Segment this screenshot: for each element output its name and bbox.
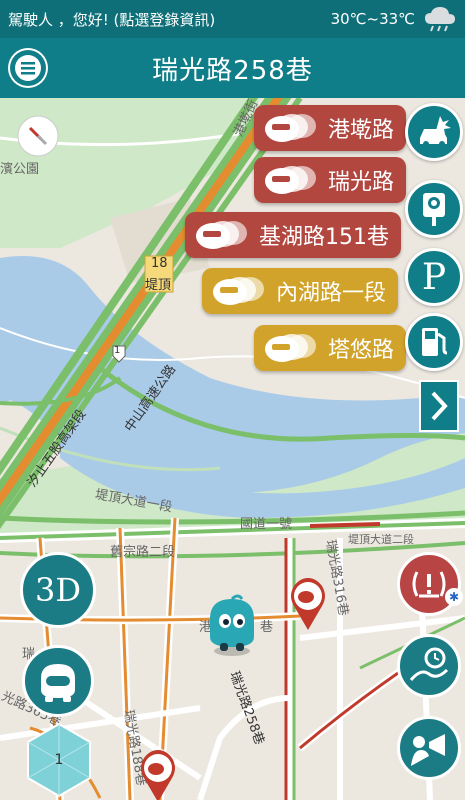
fuel-station-button[interactable] — [405, 313, 463, 371]
speed-camera-button[interactable] — [405, 180, 463, 238]
traffic-car-icon — [196, 221, 247, 249]
speed-camera-icon — [423, 193, 445, 226]
traffic-alert-road: 塔悠路 — [328, 338, 395, 363]
map-label-exit: 18 — [151, 256, 168, 271]
driver-avatar-button[interactable] — [22, 645, 94, 717]
weather-widget: 30℃~33℃ — [331, 6, 457, 32]
voice-report-button[interactable] — [397, 716, 461, 780]
expand-panel-button[interactable] — [419, 380, 459, 432]
traffic-alert-4[interactable]: 塔悠路 — [254, 325, 407, 371]
chevron-right-icon — [431, 391, 448, 421]
tire-warning-icon — [412, 571, 446, 598]
bluetooth-icon: ✱ — [445, 588, 463, 606]
map-label-national1: 國道一號 — [240, 517, 293, 532]
menu-icon — [10, 50, 46, 86]
fuel-pump-icon — [422, 328, 448, 356]
menu-button[interactable] — [8, 48, 48, 88]
traffic-car-icon — [265, 166, 316, 194]
robot-avatar-icon — [41, 664, 75, 702]
level-badge[interactable]: 1 — [24, 722, 94, 798]
map-label-dadao2: 堤頂大道二段 — [348, 533, 414, 546]
level-number: 1 — [54, 752, 64, 768]
map-label-jiuzong: 舊宗路二段 — [110, 545, 176, 560]
car-crash-icon — [420, 116, 451, 147]
temperature-range: 30℃~33℃ — [330, 10, 415, 28]
traffic-car-icon — [265, 334, 316, 362]
map-label-causeway: 堤頂 — [145, 278, 172, 293]
3d-toggle-button[interactable]: 3D — [20, 552, 96, 628]
traffic-alert-road: 港墘路 — [328, 118, 395, 143]
map-road-shield: 1 — [114, 345, 121, 356]
parking-button[interactable]: P — [405, 248, 463, 306]
map-view[interactable]: 濱公園 堤頂 18 1 中山高速公路 汐止五股高架段 堤頂大道一段 國道一號 舊… — [0, 98, 465, 800]
route-history-button[interactable] — [397, 634, 461, 698]
traffic-alert-0[interactable]: 港墘路 — [254, 105, 407, 151]
traffic-alert-2[interactable]: 基湖路151巷 — [185, 212, 401, 258]
current-location-marker — [210, 594, 254, 656]
traffic-alert-road: 基湖路151巷 — [259, 225, 389, 250]
traffic-car-icon — [265, 114, 316, 142]
cloud-rain-icon — [425, 7, 455, 32]
traffic-pin-icon[interactable] — [288, 576, 328, 630]
route-clock-icon — [409, 647, 449, 681]
accident-report-button[interactable] — [405, 103, 463, 161]
megaphone-icon — [411, 734, 445, 766]
driver-greeting[interactable]: 駕駛人 ，您好! (點選登錄資訊) — [8, 9, 215, 30]
traffic-alert-1[interactable]: 瑞光路 — [254, 157, 407, 203]
traffic-car-icon — [213, 277, 264, 305]
traffic-pin-icon[interactable] — [138, 748, 178, 800]
traffic-alert-road: 內湖路一段 — [276, 281, 387, 306]
page-title: 瑞光路258巷 — [152, 55, 313, 86]
traffic-alert-3[interactable]: 內湖路一段 — [202, 268, 399, 314]
app-header: 瑞光路258巷 — [0, 38, 465, 98]
status-bar: 駕駛人 ，您好! (點選登錄資訊) 30℃~33℃ — [0, 0, 465, 38]
traffic-alert-road: 瑞光路 — [328, 170, 395, 195]
parking-icon: P — [421, 256, 447, 298]
map-label-park: 濱公園 — [0, 162, 40, 177]
tire-pressure-button[interactable] — [397, 552, 461, 616]
